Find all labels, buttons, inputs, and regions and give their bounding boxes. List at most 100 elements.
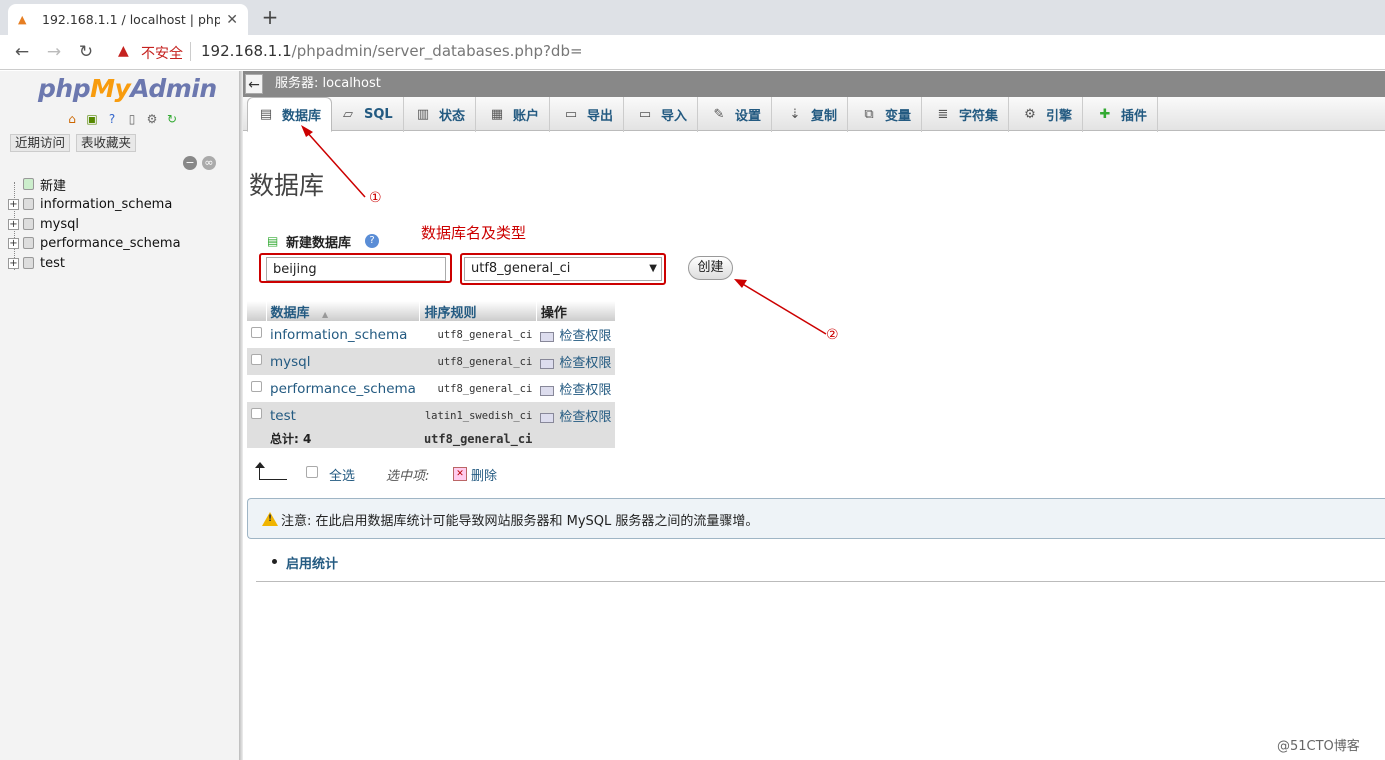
url-path: /phpadmin/server_databases.php?db= [291,42,583,60]
link-icon[interactable]: ∞ [202,156,216,170]
collapse-panel-icon[interactable]: ← [245,74,263,94]
delete-icon[interactable]: ✕ [453,467,467,481]
annotation-arrowhead-2 [734,279,747,288]
privileges-icon [540,385,555,396]
tree-item-test[interactable]: + test [8,253,65,273]
server-breadcrumb: ← 服务器: localhost [243,71,1385,97]
expand-icon[interactable]: + [8,218,19,230]
expand-icon[interactable]: + [8,257,19,269]
url-host: 192.168.1.1 [201,42,292,60]
row-checkbox-cell [247,402,266,429]
tree-item-mysql[interactable]: + mysql [8,214,79,234]
help-icon[interactable]: ? [104,111,120,127]
home-icon[interactable]: ⌂ [64,111,80,127]
database-icon [23,237,34,249]
select-arrow-icon [255,462,287,480]
tab-close-icon[interactable]: ✕ [226,12,238,28]
warning-icon[interactable]: ▲ [118,43,134,59]
tree-item-label: test [40,255,65,271]
engine-icon: ⚙ [1024,106,1036,122]
delete-button[interactable]: 删除 [471,465,497,484]
collapse-all-icon[interactable]: − [183,156,197,170]
database-link[interactable]: test [266,402,420,429]
create-button[interactable]: 创建 [688,256,733,280]
collation-cell: latin1_swedish_ci [419,402,537,429]
collation-select[interactable]: utf8_general_ci ▼ [464,257,662,281]
phpmyadmin-favicon-icon: ▲ [18,12,27,26]
logo-php: php [38,74,91,103]
row-checkbox-cell [247,321,266,348]
expand-icon[interactable]: + [8,198,19,210]
docs-icon[interactable]: ▯ [124,111,140,127]
annotation-marker-2: ② [826,327,839,343]
header-collation[interactable]: 排序规则 [419,301,537,321]
annotation-arrowhead-1 [301,125,313,137]
row-checkbox[interactable] [251,327,262,338]
tree-item-information-schema[interactable]: + information_schema [8,194,172,214]
row-checkbox[interactable] [251,354,262,365]
recent-tab[interactable]: 近期访问 [10,134,71,152]
check-privileges-link[interactable]: 检查权限 [536,321,616,348]
tab-plugins[interactable]: ✚ 插件 [1087,97,1159,132]
check-privileges-link[interactable]: 检查权限 [536,348,616,375]
annotation-marker-1: ① [369,190,382,206]
help-icon[interactable]: ? [365,234,379,248]
logo-my: My [90,74,131,103]
total-collation: utf8_general_ci [419,429,537,448]
tab-label: 插件 [1121,109,1148,124]
database-link[interactable]: information_schema [266,321,420,348]
check-privileges-link[interactable]: 检查权限 [536,375,616,402]
check-privileges-link[interactable]: 检查权限 [536,402,616,429]
annotation-arrow-1 [305,130,366,198]
logo-admin: Admin [130,74,217,103]
phpmyadmin-logo[interactable]: phpMyAdmin [38,74,217,103]
enable-statistics-link[interactable]: 启用统计 [286,553,338,572]
total-spacer [536,429,616,448]
table-header-row: 数据库 ▲ 排序规则 操作 [247,301,616,321]
collation-value: utf8_general_ci [471,261,571,276]
favorites-tab[interactable]: 表收藏夹 [76,134,137,152]
header-database[interactable]: 数据库 ▲ [266,301,421,321]
row-checkbox[interactable] [251,408,262,419]
gear-icon[interactable]: ⚙ [144,111,160,127]
browser-tab[interactable]: ▲ 192.168.1.1 / localhost | phpM ✕ [8,4,248,35]
forward-arrow-icon[interactable]: → [43,41,65,63]
tree-item-new[interactable]: 新建 [8,174,66,194]
database-icon [23,257,34,269]
header-label: 数据库 [270,305,310,321]
tab-label: 变量 [885,109,912,124]
header-checkbox-cell [247,301,267,321]
new-database-icon: ▤ [267,234,279,248]
watermark: @51CTO博客 [1277,739,1360,754]
charset-icon: ≣ [937,106,949,122]
select-all-label[interactable]: 全选 [329,465,355,484]
logout-icon[interactable]: ▣ [84,111,100,127]
tab-engines[interactable]: ⚙ 引擎 [1012,97,1084,132]
database-link[interactable]: performance_schema [266,375,420,402]
database-link[interactable]: mysql [266,348,420,375]
tree-item-label: mysql [40,216,79,232]
address-bar[interactable]: 192.168.1.1/phpadmin/server_databases.ph… [201,42,583,60]
refresh-icon[interactable]: ↻ [164,111,180,127]
reload-icon[interactable]: ↻ [75,41,97,63]
tab-charsets[interactable]: ≣ 字符集 [925,97,1010,132]
privileges-icon [540,358,555,369]
variables-icon: ⧉ [864,106,874,122]
insecure-label[interactable]: 不安全 [141,43,183,63]
total-label: 总计: 4 [266,429,420,448]
annotation-arrow-2 [740,282,827,335]
database-name-input[interactable] [266,257,446,281]
row-checkbox[interactable] [251,381,262,392]
back-arrow-icon[interactable]: ← [11,41,33,63]
tree-item-performance-schema[interactable]: + performance_schema [8,233,181,253]
url-separator [190,42,191,61]
expand-icon[interactable]: + [8,237,19,249]
select-all-checkbox[interactable] [306,466,318,478]
table-row: test latin1_swedish_ci 检查权限 [247,402,616,429]
collation-cell: utf8_general_ci [419,321,537,348]
table-total-row: 总计: 4 utf8_general_ci [247,429,616,448]
chevron-down-icon: ▼ [649,263,657,274]
server-label[interactable]: 服务器: localhost [275,71,381,97]
new-tab-button[interactable]: + [258,5,282,29]
tab-label: 字符集 [959,109,999,124]
